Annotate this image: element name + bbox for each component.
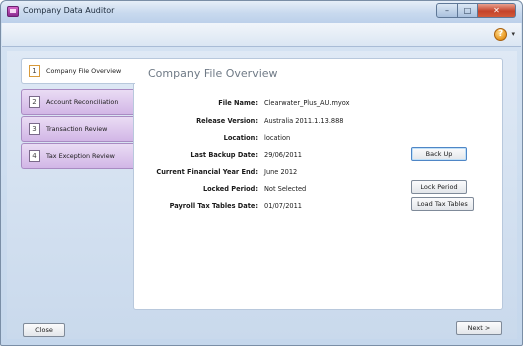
title-bar: Company Data Auditor – □ ✕: [1, 1, 522, 23]
nav-item-tax-exception-review[interactable]: 4 Tax Exception Review: [21, 143, 133, 169]
back-up-button[interactable]: Back Up: [411, 147, 467, 161]
location-label: Location:: [223, 134, 258, 142]
nav-item-label: Transaction Review: [46, 125, 108, 133]
step-number: 3: [29, 123, 40, 135]
last-backup-date-value: 29/06/2011: [264, 151, 303, 159]
payroll-tax-tables-date-label: Payroll Tax Tables Date:: [169, 202, 258, 210]
load-tax-tables-button[interactable]: Load Tax Tables: [411, 197, 474, 211]
location-value: location: [264, 134, 291, 142]
last-backup-date-label: Last Backup Date:: [190, 151, 258, 159]
maximize-button[interactable]: □: [458, 3, 478, 18]
close-button[interactable]: Close: [23, 323, 65, 337]
panel-title: Company File Overview: [148, 67, 278, 80]
close-window-button[interactable]: ✕: [478, 3, 516, 18]
nav-item-company-file-overview[interactable]: 1 Company File Overview: [21, 58, 135, 84]
financial-year-end-value: June 2012: [264, 168, 298, 176]
app-icon: [7, 6, 19, 17]
payroll-tax-tables-date-value: 01/07/2011: [264, 202, 303, 210]
nav-item-label: Account Reconciliation: [46, 98, 119, 106]
financial-year-end-label: Current Financial Year End:: [156, 168, 258, 176]
release-version-label: Release Version:: [196, 117, 258, 125]
release-version-value: Australia 2011.1.13.888: [264, 117, 344, 125]
nav-item-label: Tax Exception Review: [46, 152, 115, 160]
chevron-down-icon[interactable]: ▾: [511, 30, 515, 38]
nav-item-transaction-review[interactable]: 3 Transaction Review: [21, 116, 133, 142]
step-number: 4: [29, 150, 40, 162]
step-number: 2: [29, 96, 40, 108]
nav-item-account-reconciliation[interactable]: 2 Account Reconciliation: [21, 89, 133, 115]
minimize-icon: –: [445, 6, 449, 15]
window-title: Company Data Auditor: [23, 6, 115, 15]
next-button[interactable]: Next >: [456, 321, 502, 335]
toolbar: ▾: [2, 23, 521, 47]
step-number: 1: [29, 65, 40, 77]
locked-period-label: Locked Period:: [202, 185, 258, 193]
app-window: Company Data Auditor – □ ✕ ▾ 1 Company F…: [0, 0, 523, 346]
help-icon[interactable]: [494, 28, 507, 41]
nav-item-label: Company File Overview: [46, 67, 122, 75]
locked-period-value: Not Selected: [264, 185, 307, 193]
lock-period-button[interactable]: Lock Period: [411, 180, 467, 194]
file-name-value: Clearwater_Plus_AU.myox: [264, 99, 350, 107]
file-name-label: File Name:: [218, 99, 258, 107]
close-icon: ✕: [493, 6, 500, 15]
maximize-icon: □: [463, 6, 472, 15]
minimize-button[interactable]: –: [436, 3, 458, 18]
window-controls: – □ ✕: [436, 3, 516, 18]
overview-panel: Company File Overview File Name: Clearwa…: [133, 58, 503, 310]
